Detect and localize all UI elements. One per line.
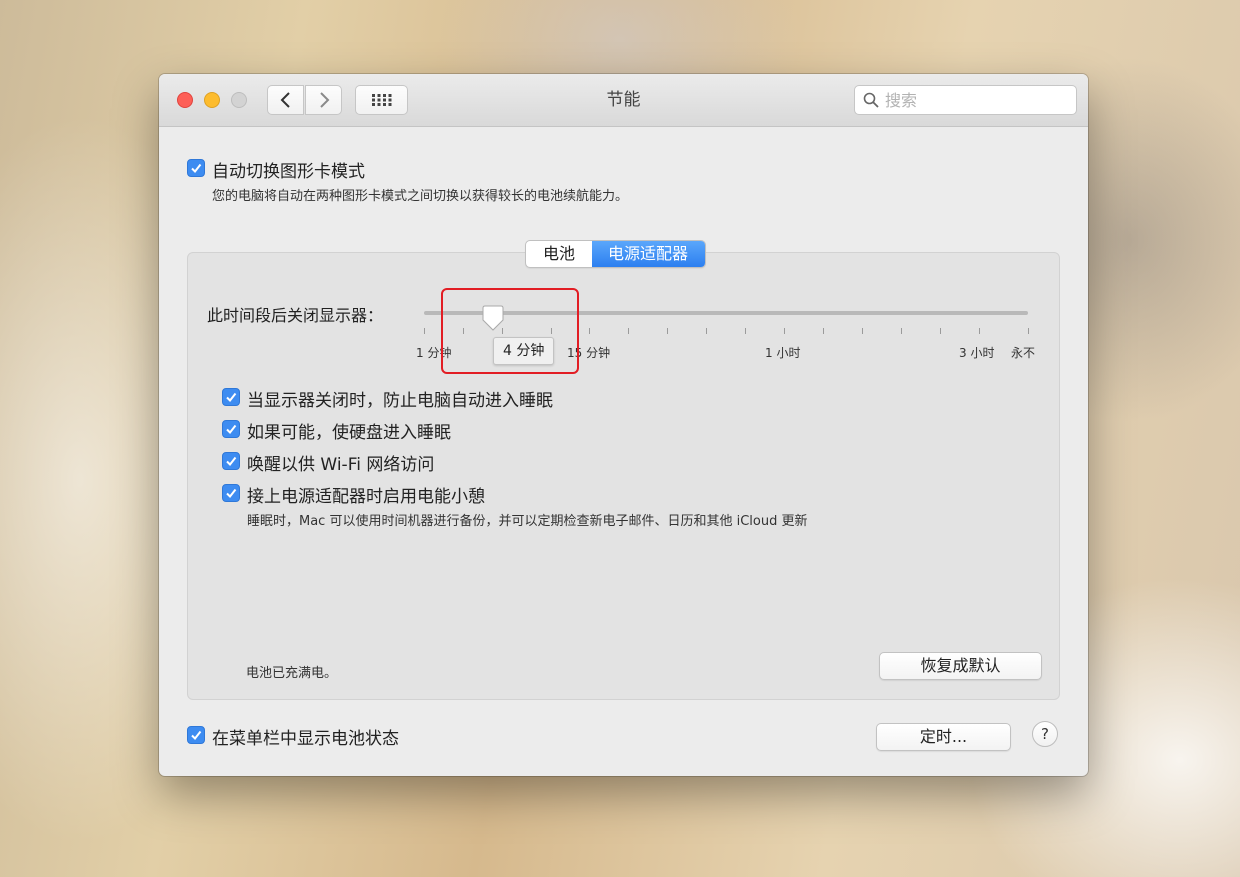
checkmark-icon	[226, 456, 237, 467]
slider-tick	[1028, 328, 1029, 334]
wake-wifi-checkbox[interactable]	[222, 452, 240, 470]
slider-tick	[667, 328, 668, 334]
display-sleep-label: 此时间段后关闭显示器：	[207, 306, 384, 325]
power-nap-checkbox[interactable]	[222, 484, 240, 502]
title-bar: 节能	[159, 74, 1088, 127]
tab-power-adapter[interactable]: 电源适配器	[592, 241, 706, 267]
tick-label-1-hour: 1 小时	[765, 346, 801, 360]
checkmark-icon	[226, 392, 237, 403]
energy-saver-window: 节能 自动切换图形卡模式 您的电脑将自动在两种图形卡模式之间切换以获得较长的电池…	[159, 74, 1088, 776]
annotation-highlight-box	[441, 288, 579, 374]
disk-sleep-label: 如果可能，使硬盘进入睡眠	[247, 423, 451, 443]
graphics-switching-description: 您的电脑将自动在两种图形卡模式之间切换以获得较长的电池续航能力。	[212, 189, 629, 204]
slider-tick	[628, 328, 629, 334]
slider-tick	[940, 328, 941, 334]
slider-tick	[823, 328, 824, 334]
slider-tick	[901, 328, 902, 334]
search-input[interactable]	[885, 90, 1065, 110]
slider-tick	[862, 328, 863, 334]
search-field[interactable]	[854, 85, 1077, 115]
slider-tick	[979, 328, 980, 334]
help-button[interactable]: ?	[1032, 721, 1058, 747]
slider-tick	[745, 328, 746, 334]
slider-tick	[784, 328, 785, 334]
restore-defaults-button[interactable]: 恢复成默认	[879, 652, 1042, 680]
tick-label-3-hours: 3 小时	[959, 346, 995, 360]
power-nap-label: 接上电源适配器时启用电能小憩	[247, 487, 485, 507]
prevent-sleep-checkbox[interactable]	[222, 388, 240, 406]
checkmark-icon	[226, 488, 237, 499]
search-icon	[863, 92, 879, 108]
power-source-tabs: 电池 电源适配器	[525, 240, 707, 268]
checkmark-icon	[191, 163, 202, 174]
checkmark-icon	[191, 730, 202, 741]
tick-label-never: 永不	[1011, 346, 1036, 360]
schedule-button[interactable]: 定时...	[876, 723, 1011, 751]
checkmark-icon	[226, 424, 237, 435]
slider-tick	[706, 328, 707, 334]
graphics-switching-checkbox[interactable]	[187, 159, 205, 177]
prevent-sleep-label: 当显示器关闭时，防止电脑自动进入睡眠	[247, 391, 553, 411]
slider-tick	[589, 328, 590, 334]
battery-status-text: 电池已充满电。	[246, 666, 338, 681]
tab-battery[interactable]: 电池	[526, 241, 592, 267]
graphics-switching-label: 自动切换图形卡模式	[212, 162, 365, 182]
slider-tick	[424, 328, 425, 334]
wake-wifi-label: 唤醒以供 Wi-Fi 网络访问	[247, 455, 435, 475]
show-battery-status-label: 在菜单栏中显示电池状态	[212, 729, 399, 749]
disk-sleep-checkbox[interactable]	[222, 420, 240, 438]
power-nap-description: 睡眠时，Mac 可以使用时间机器进行备份，并可以定期检查新电子邮件、日历和其他 …	[247, 514, 808, 529]
show-battery-status-checkbox[interactable]	[187, 726, 205, 744]
